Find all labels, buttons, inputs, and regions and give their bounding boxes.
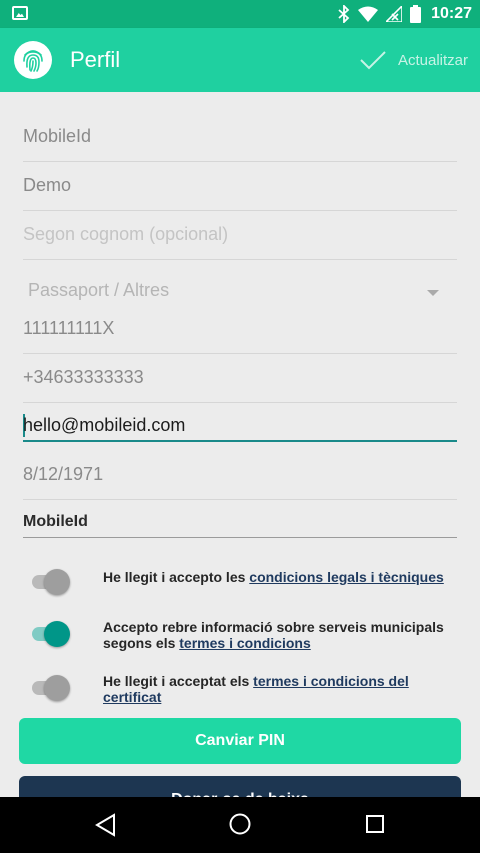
- unsubscribe-button[interactable]: Donar-se de baixa: [19, 776, 461, 797]
- first-name-field[interactable]: MobileId: [23, 126, 457, 162]
- email-field[interactable]: hello@mobileid.com: [23, 414, 457, 442]
- no-signal-icon: [386, 6, 403, 22]
- email-value: hello@mobileid.com: [23, 415, 186, 435]
- change-pin-button[interactable]: Canviar PIN: [19, 718, 461, 764]
- legal-conditions-link[interactable]: condicions legals i tècniques: [249, 569, 444, 585]
- status-bar: 10:27: [0, 0, 480, 28]
- image-icon: [12, 6, 28, 20]
- battery-icon: [410, 5, 422, 23]
- document-number-value: 111111111X: [23, 318, 115, 338]
- toggle-thumb: [44, 569, 70, 595]
- page-title: Perfil: [70, 47, 121, 72]
- document-type-value: Passaport / Altres: [28, 280, 170, 300]
- app-bar: Perfil Actualitzar: [0, 28, 480, 92]
- check-icon: [360, 51, 386, 70]
- surname-value: Demo: [23, 175, 72, 195]
- first-name-value: MobileId: [23, 126, 92, 146]
- app-name-field[interactable]: MobileId: [23, 513, 457, 538]
- certificate-terms-toggle[interactable]: [30, 675, 70, 701]
- municipal-info-text: Accepto rebre informació sobre serveis m…: [103, 619, 453, 651]
- profile-form: MobileId Demo Segon cognom (opcional) Pa…: [0, 92, 480, 797]
- dropdown-arrow-icon: [427, 290, 439, 296]
- surname-field[interactable]: Demo: [23, 175, 457, 211]
- certificate-terms-text: He llegit i acceptat els termes i condic…: [103, 673, 453, 705]
- navigation-bar: [0, 797, 480, 853]
- status-icons: 10:27: [338, 3, 472, 25]
- birth-date-field[interactable]: 8/12/1971: [23, 464, 457, 500]
- document-number-field[interactable]: 111111111X: [23, 318, 457, 354]
- document-type-select[interactable]: Passaport / Altres: [28, 280, 448, 308]
- consent-label: He llegit i acceptat els: [103, 673, 254, 689]
- birth-date-value: 8/12/1971: [23, 464, 104, 484]
- home-icon[interactable]: [229, 813, 251, 835]
- fingerprint-icon: [14, 41, 52, 79]
- toggle-thumb: [44, 675, 70, 701]
- second-surname-field[interactable]: Segon cognom (opcional): [23, 224, 457, 260]
- update-label: Actualitzar: [397, 51, 468, 69]
- legal-conditions-toggle[interactable]: [30, 569, 70, 595]
- terms-link[interactable]: termes i condicions: [179, 635, 310, 651]
- back-icon[interactable]: [94, 813, 116, 837]
- legal-conditions-text: He llegit i accepto les condicions legal…: [103, 569, 453, 585]
- phone-value: +34633333333: [23, 367, 144, 387]
- toggle-thumb: [44, 621, 70, 647]
- status-time: 10:27: [431, 5, 472, 22]
- bluetooth-icon: [338, 5, 350, 23]
- phone-field[interactable]: +34633333333: [23, 367, 457, 403]
- wifi-icon: [358, 6, 379, 22]
- consent-label: He llegit i accepto les: [103, 569, 250, 585]
- recents-icon[interactable]: [366, 815, 384, 833]
- update-button[interactable]: Actualitzar: [360, 42, 468, 78]
- second-surname-placeholder: Segon cognom (opcional): [23, 224, 229, 244]
- app-name-value: MobileId: [23, 513, 88, 530]
- municipal-info-toggle[interactable]: [30, 621, 70, 647]
